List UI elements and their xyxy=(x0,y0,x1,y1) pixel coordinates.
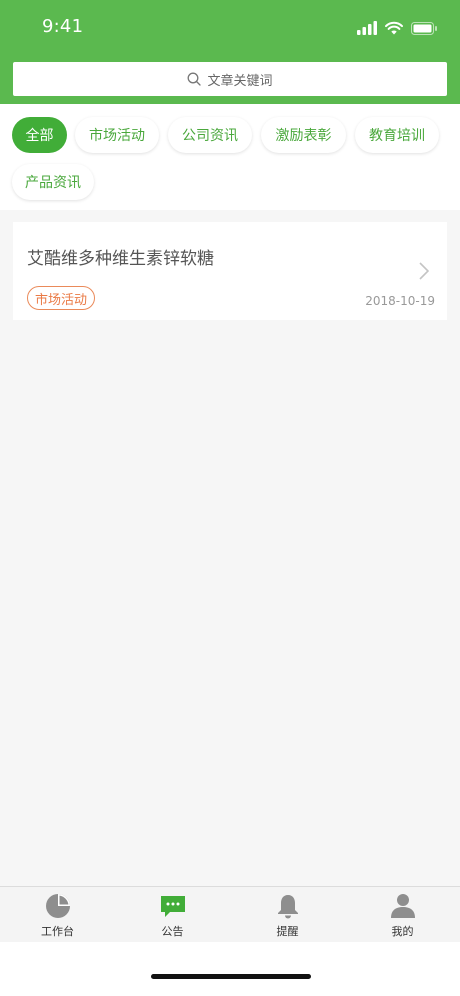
header: 9:41 文章关键词 xyxy=(0,0,460,104)
tab-label: 工作台 xyxy=(41,925,74,938)
status-icons xyxy=(357,18,438,38)
bottom-tabbar: 工作台 公告 提醒 我的 xyxy=(0,886,460,942)
status-time: 9:41 xyxy=(42,16,84,37)
category-tabs: 全部 市场活动 公司资讯 激励表彰 教育培训 产品资讯 xyxy=(0,104,460,210)
tab-workbench[interactable]: 工作台 xyxy=(0,893,115,941)
tab-label: 我的 xyxy=(391,925,414,938)
tab-reminder[interactable]: 提醒 xyxy=(230,893,345,941)
article-title: 艾酷维多种维生素锌软糖 xyxy=(27,249,214,269)
bell-icon xyxy=(277,895,298,919)
tab-mine[interactable]: 我的 xyxy=(345,893,460,941)
tab-label: 产品资讯 xyxy=(25,175,81,191)
user-icon xyxy=(390,894,415,918)
search-placeholder: 文章关键词 xyxy=(207,73,273,89)
tab-education-training[interactable]: 教育培训 xyxy=(355,117,439,153)
search-input[interactable]: 文章关键词 xyxy=(13,62,447,96)
tab-label: 提醒 xyxy=(276,925,299,938)
wifi-icon xyxy=(385,21,403,35)
signal-icon xyxy=(357,21,377,35)
tab-label: 全部 xyxy=(25,128,54,144)
tab-label: 公司资讯 xyxy=(182,128,238,144)
tab-market-activity[interactable]: 市场活动 xyxy=(75,117,159,153)
article-date: 2018-10-19 xyxy=(365,294,435,308)
battery-icon xyxy=(411,21,437,35)
tab-product-news[interactable]: 产品资讯 xyxy=(12,164,94,200)
tab-label: 公告 xyxy=(161,925,184,938)
home-indicator-area xyxy=(0,942,460,996)
message-icon xyxy=(160,896,185,917)
pie-chart-icon xyxy=(45,894,70,918)
status-bar: 9:41 xyxy=(0,0,460,56)
tab-label: 激励表彰 xyxy=(275,128,332,144)
home-indicator[interactable] xyxy=(151,974,311,979)
article-card[interactable]: 艾酷维多种维生素锌软糖 市场活动 2018-10-19 xyxy=(13,222,447,320)
tab-label: 市场活动 xyxy=(89,128,145,144)
chevron-right-icon xyxy=(419,262,429,280)
article-tag: 市场活动 xyxy=(27,286,96,310)
tab-label: 教育培训 xyxy=(369,128,425,144)
tab-company-news[interactable]: 公司资讯 xyxy=(168,117,252,153)
tab-incentive-awards[interactable]: 激励表彰 xyxy=(261,117,346,153)
tab-all[interactable]: 全部 xyxy=(12,117,67,153)
search-icon xyxy=(188,72,202,86)
tab-announcement[interactable]: 公告 xyxy=(115,893,230,941)
